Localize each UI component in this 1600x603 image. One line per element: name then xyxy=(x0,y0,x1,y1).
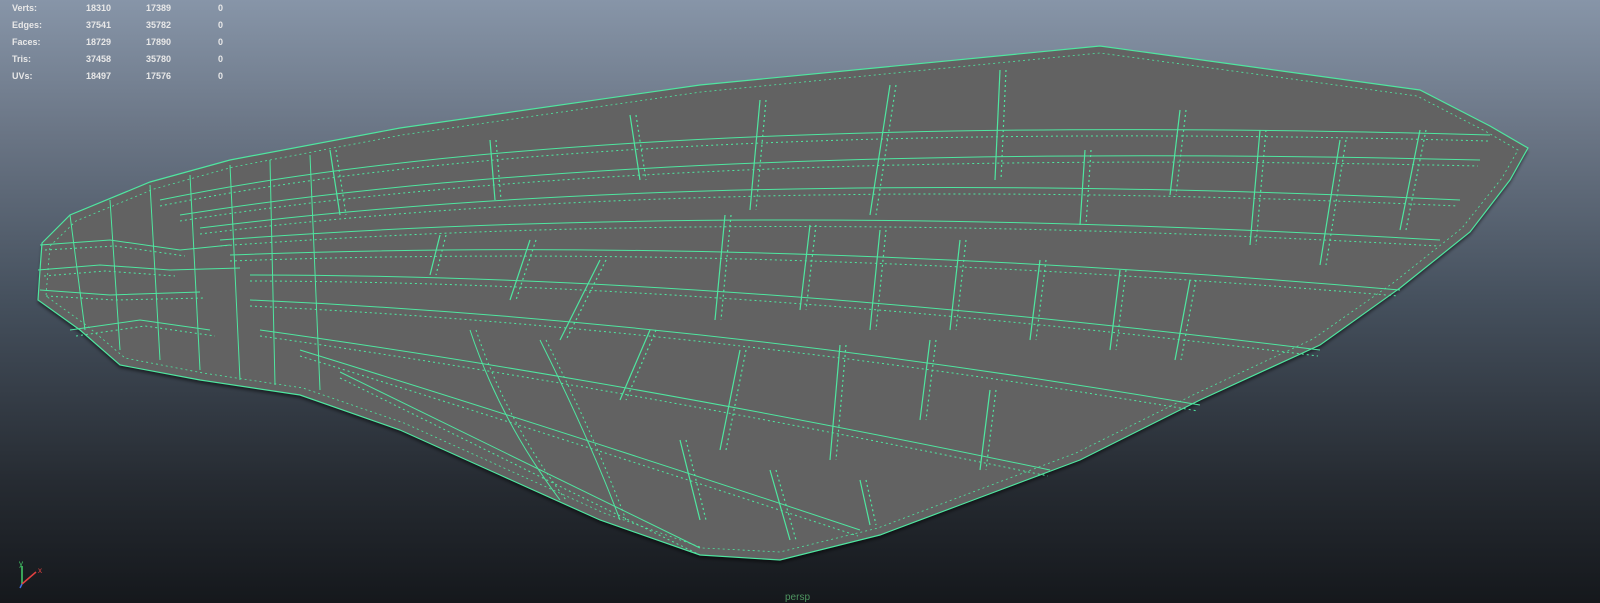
camera-name-label: persp xyxy=(785,592,811,603)
wing-membrane[interactable] xyxy=(38,46,1528,560)
wing-mesh[interactable] xyxy=(0,0,1600,603)
3d-viewport[interactable]: Verts: 18310 17389 0 Edges: 37541 35782 … xyxy=(0,0,1600,603)
z-axis-line xyxy=(19,583,23,589)
x-axis-line xyxy=(21,571,37,585)
x-axis-label: x xyxy=(38,566,42,575)
axis-indicator: y x xyxy=(19,560,42,589)
y-axis-label: y xyxy=(19,560,23,568)
